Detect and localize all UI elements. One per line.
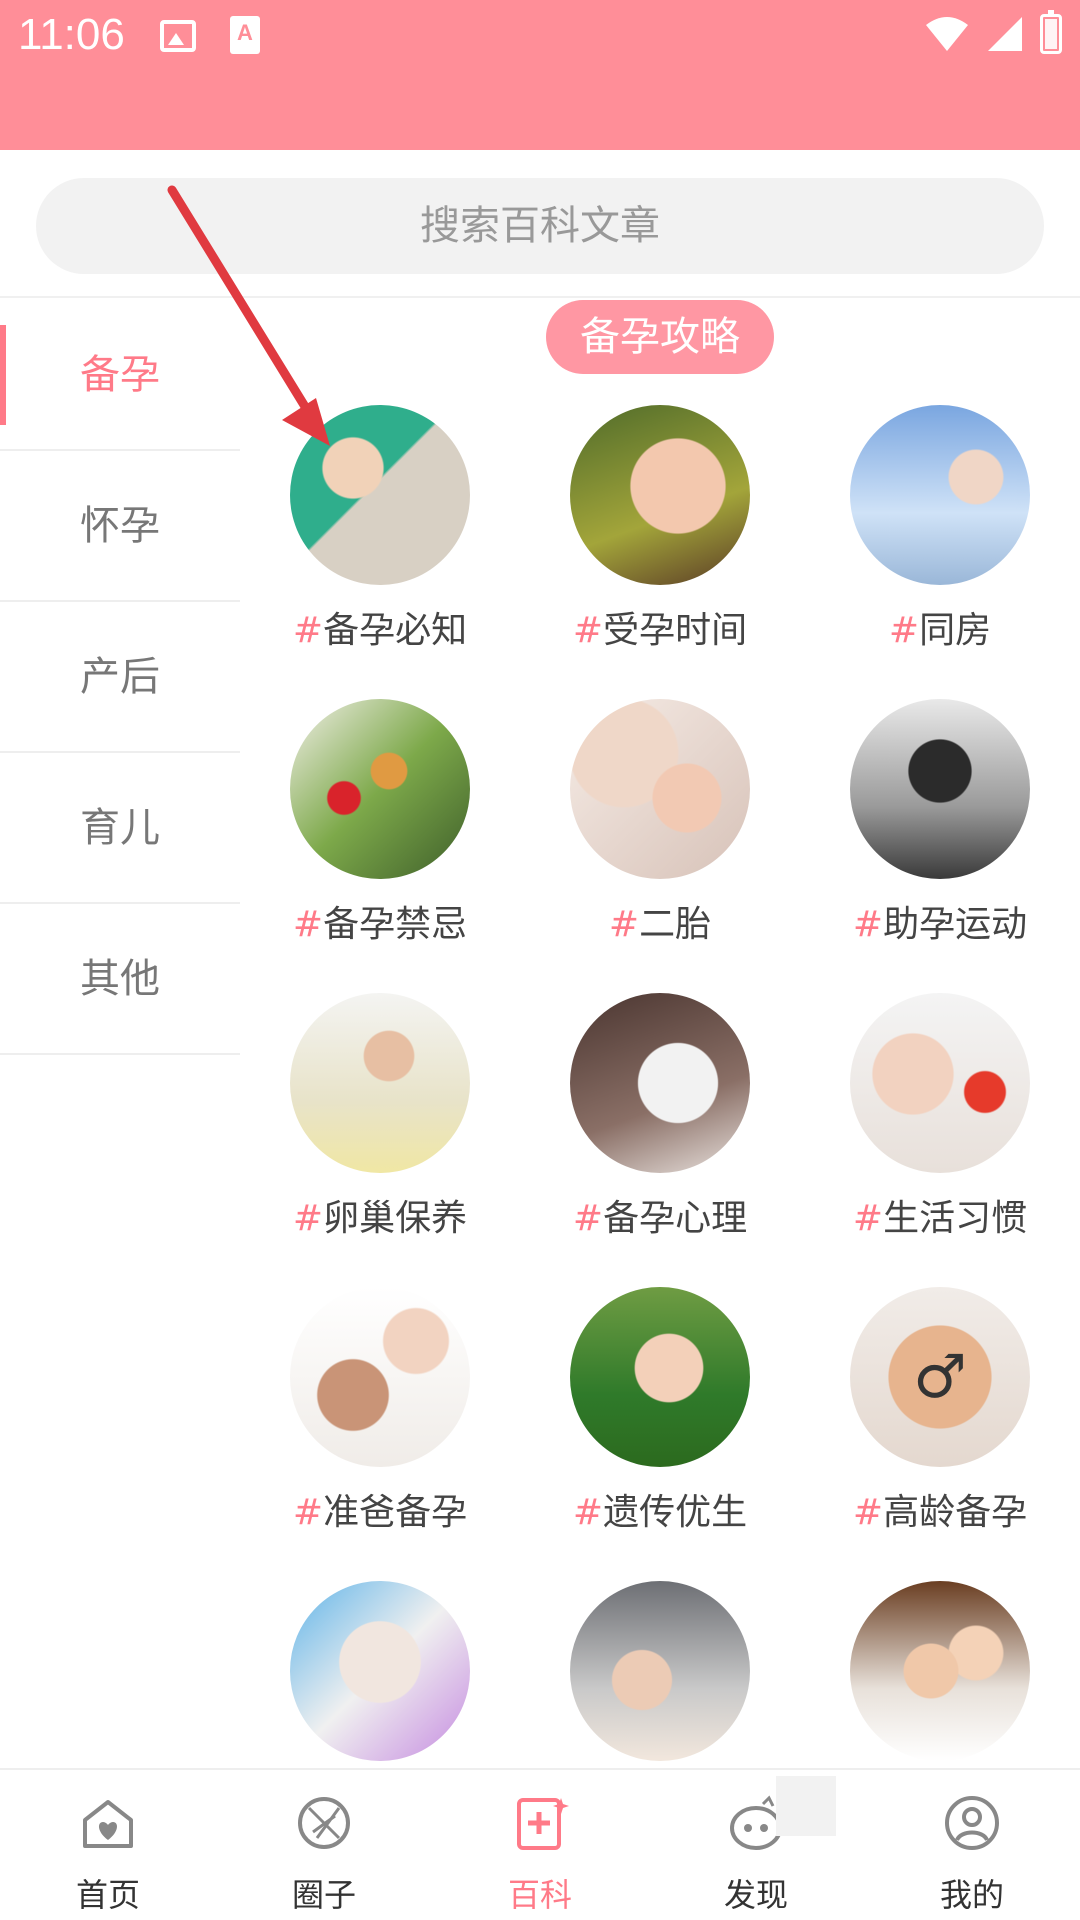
topic-image[interactable] bbox=[290, 1287, 470, 1467]
topic-card[interactable]: #准爸备孕 bbox=[240, 1287, 520, 1581]
topic-label[interactable]: #备孕必知 bbox=[240, 601, 520, 653]
topic-card[interactable]: #遗传优生 bbox=[520, 1287, 800, 1581]
nav-profile[interactable]: 我的 bbox=[864, 1770, 1080, 1920]
home-heart-icon bbox=[83, 1800, 133, 1848]
bottom-nav: 首页 圈子 百科 发现 我的 bbox=[0, 1768, 1080, 1920]
battery-icon bbox=[1040, 10, 1062, 54]
category-sidebar: 备孕 怀孕 产后 育儿 其他 bbox=[0, 300, 240, 1055]
category-item-postpartum[interactable]: 产后 bbox=[0, 602, 240, 753]
topic-image[interactable] bbox=[850, 405, 1030, 585]
topic-card[interactable]: #同房 bbox=[800, 405, 1080, 699]
topic-image[interactable] bbox=[850, 1581, 1030, 1761]
nav-home[interactable]: 首页 bbox=[0, 1770, 216, 1920]
topic-card[interactable]: #生活习惯 bbox=[800, 993, 1080, 1287]
topic-label[interactable]: #助孕运动 bbox=[800, 895, 1080, 947]
topic-image[interactable] bbox=[570, 1287, 750, 1467]
topic-card[interactable]: #受孕时间 bbox=[520, 405, 800, 699]
profile-icon bbox=[945, 1796, 999, 1850]
overlay-patch bbox=[776, 1776, 836, 1836]
section-title: 备孕攻略 bbox=[546, 300, 774, 374]
topic-card[interactable]: ♂ #高龄备孕 bbox=[800, 1287, 1080, 1581]
topic-image[interactable] bbox=[570, 405, 750, 585]
nav-label: 百科 bbox=[507, 1876, 572, 1914]
topic-card[interactable]: #备孕必知 bbox=[240, 405, 520, 699]
text-notification-icon: A bbox=[230, 16, 260, 54]
topic-image[interactable] bbox=[570, 993, 750, 1173]
category-item-prepregnancy[interactable]: 备孕 bbox=[0, 300, 240, 451]
topic-label[interactable]: #生活习惯 bbox=[800, 1189, 1080, 1241]
topic-image[interactable]: ♂ bbox=[850, 1287, 1030, 1467]
topic-label[interactable]: #同房 bbox=[800, 601, 1080, 653]
search-input[interactable]: 搜索百科文章 bbox=[36, 178, 1044, 274]
topic-image[interactable] bbox=[570, 1581, 750, 1761]
male-symbol-icon: ♂ bbox=[913, 1342, 967, 1412]
wifi-icon bbox=[926, 17, 968, 51]
topic-card[interactable]: #卵巢保养 bbox=[240, 993, 520, 1287]
category-item-other[interactable]: 其他 bbox=[0, 904, 240, 1055]
circle-icon bbox=[298, 1797, 350, 1849]
nav-circle[interactable]: 圈子 bbox=[216, 1770, 432, 1920]
status-icons bbox=[924, 10, 1062, 54]
topic-label[interactable]: #备孕心理 bbox=[520, 1189, 800, 1241]
nav-label: 我的 bbox=[939, 1876, 1004, 1914]
nav-label: 发现 bbox=[723, 1876, 788, 1914]
topic-label[interactable]: #受孕时间 bbox=[520, 601, 800, 653]
category-item-pregnancy[interactable]: 怀孕 bbox=[0, 451, 240, 602]
topic-grid: #备孕必知 #受孕时间 #同房 #备孕禁忌 #二胎 #助孕运动 #卵巢保养 #备… bbox=[240, 405, 1080, 1875]
encyclopedia-icon bbox=[517, 1798, 569, 1850]
topic-image[interactable] bbox=[290, 1581, 470, 1761]
topic-label[interactable]: #高龄备孕 bbox=[800, 1483, 1080, 1535]
nav-label: 圈子 bbox=[291, 1876, 356, 1914]
status-bar: 11:06 A bbox=[0, 0, 1080, 150]
signal-icon bbox=[988, 17, 1022, 51]
nav-label: 首页 bbox=[75, 1876, 140, 1914]
status-time: 11:06 bbox=[18, 10, 125, 59]
topic-label[interactable]: #备孕禁忌 bbox=[240, 895, 520, 947]
topic-image[interactable] bbox=[290, 699, 470, 879]
topic-image[interactable] bbox=[850, 699, 1030, 879]
topic-card[interactable]: #备孕心理 bbox=[520, 993, 800, 1287]
topic-image[interactable] bbox=[850, 993, 1030, 1173]
topic-label[interactable]: #遗传优生 bbox=[520, 1483, 800, 1535]
topic-label[interactable]: #二胎 bbox=[520, 895, 800, 947]
topic-label[interactable]: #卵巢保养 bbox=[240, 1189, 520, 1241]
topic-card[interactable]: #助孕运动 bbox=[800, 699, 1080, 993]
topic-card[interactable]: #备孕禁忌 bbox=[240, 699, 520, 993]
image-notification-icon bbox=[160, 20, 196, 52]
topic-label[interactable]: #准爸备孕 bbox=[240, 1483, 520, 1535]
nav-encyclopedia[interactable]: 百科 bbox=[432, 1770, 648, 1920]
topic-image[interactable] bbox=[570, 699, 750, 879]
topic-image[interactable] bbox=[290, 993, 470, 1173]
search-bar-area: 搜索百科文章 bbox=[0, 150, 1080, 298]
topic-card[interactable]: #二胎 bbox=[520, 699, 800, 993]
category-item-parenting[interactable]: 育儿 bbox=[0, 753, 240, 904]
topic-image[interactable] bbox=[290, 405, 470, 585]
